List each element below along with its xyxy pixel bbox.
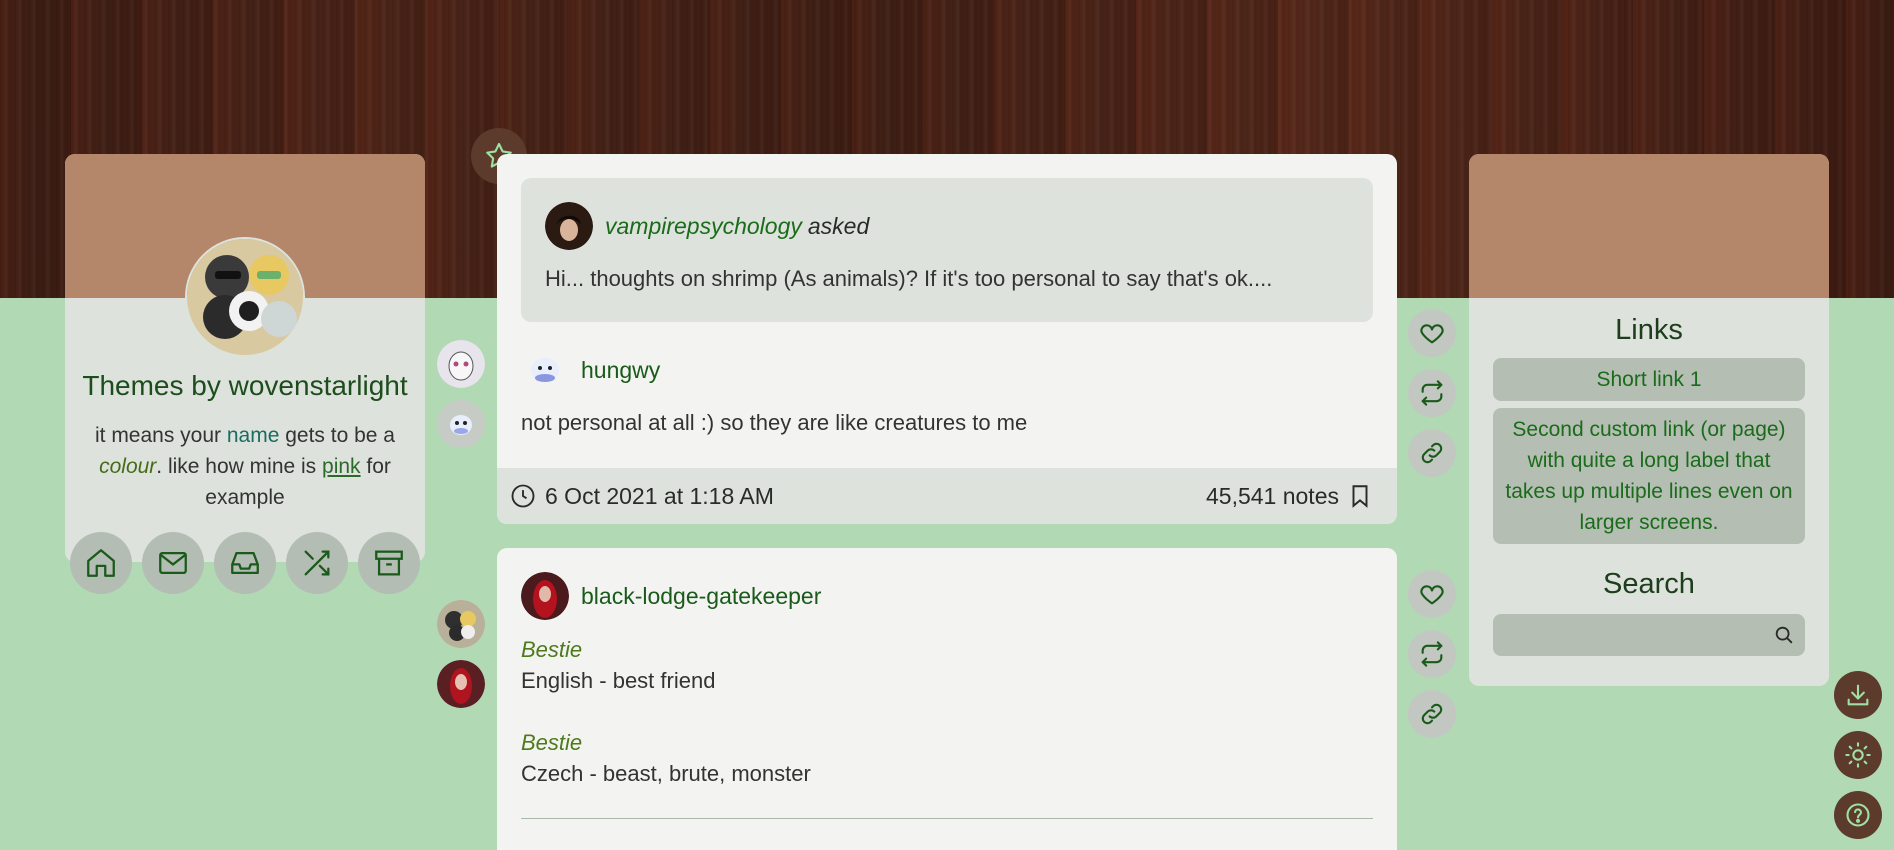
post-date[interactable]: 6 Oct 2021 at 1:18 AM xyxy=(509,482,774,510)
search-icon[interactable] xyxy=(1773,624,1795,646)
notes-count: 45,541 notes xyxy=(1205,482,1339,509)
permalink-button-post1[interactable] xyxy=(1408,429,1456,477)
reblog-button-post1[interactable] xyxy=(1408,369,1456,417)
custom-link-1[interactable]: Short link 1 xyxy=(1493,358,1805,401)
definition-2: Czech - beast, brute, monster xyxy=(521,761,811,786)
link-icon xyxy=(1421,442,1443,464)
sun-icon xyxy=(1845,742,1871,768)
archive-button[interactable] xyxy=(358,532,420,594)
search-input[interactable] xyxy=(1493,614,1763,656)
blog-title: Themes by wovenstarlight xyxy=(82,370,408,401)
download-button[interactable] xyxy=(1834,671,1882,719)
colour-highlight: colour xyxy=(99,455,157,478)
inbox-button[interactable] xyxy=(214,532,276,594)
download-icon xyxy=(1847,684,1869,706)
heart-icon xyxy=(1420,585,1444,605)
home-button[interactable] xyxy=(70,532,132,594)
definition-1: English - best friend xyxy=(521,668,716,693)
heart-icon xyxy=(1420,324,1444,344)
permalink-button-post2[interactable] xyxy=(1408,690,1456,738)
answerer-header: hungwy xyxy=(521,346,660,394)
answer-text: not personal at all :) so they are like … xyxy=(521,410,1028,435)
post-notes[interactable]: 45,541 notes xyxy=(1206,482,1373,510)
reblog-button-post2[interactable] xyxy=(1408,630,1456,678)
name-highlight: name xyxy=(226,424,280,447)
answerer-name[interactable]: hungwy xyxy=(581,357,660,384)
archive-icon xyxy=(375,550,403,576)
date-text: 6 Oct 2021 at 1:18 AM xyxy=(545,482,774,509)
shuffle-button[interactable] xyxy=(286,532,348,594)
bookmark-icon xyxy=(1352,485,1368,508)
blog-avatar[interactable] xyxy=(185,237,305,357)
search-heading: Search xyxy=(1603,568,1695,600)
like-button-post2[interactable] xyxy=(1408,570,1456,618)
post-author-header: black-lodge-gatekeeper xyxy=(521,572,821,620)
blog-description: it means your name gets to be a colour. … xyxy=(94,424,395,509)
pink-link[interactable]: pink xyxy=(322,455,361,478)
post-text: black-lodge-gatekeeper Bestie English - … xyxy=(497,548,1397,850)
like-button-post1[interactable] xyxy=(1408,309,1456,357)
links-heading: Links xyxy=(1615,314,1683,346)
ask-box: vampirepsychology asked Hi... thoughts on… xyxy=(521,178,1373,322)
help-icon xyxy=(1846,803,1870,827)
word-1: Bestie xyxy=(521,637,583,662)
home-icon xyxy=(87,549,115,577)
inbox-icon xyxy=(231,551,259,575)
author-name[interactable]: black-lodge-gatekeeper xyxy=(581,583,821,610)
search-box xyxy=(1493,614,1805,656)
reblog-icon xyxy=(1421,380,1443,406)
shuffle-icon xyxy=(304,550,330,576)
asker-name[interactable]: vampirepsychology xyxy=(605,213,802,239)
custom-link-2[interactable]: Second custom link (or page) with quite … xyxy=(1493,408,1805,544)
mail-icon xyxy=(159,551,187,575)
ask-question: Hi... thoughts on shrimp (As animals)? I… xyxy=(545,266,1273,291)
link-icon xyxy=(1421,703,1443,725)
post-footer: 6 Oct 2021 at 1:18 AM 45,541 notes xyxy=(497,468,1397,524)
blog-nav xyxy=(70,532,420,594)
author-avatar[interactable] xyxy=(521,572,569,620)
asked-label: asked xyxy=(807,212,870,239)
post-body: Bestie English - best friend Bestie Czec… xyxy=(521,634,811,789)
mail-button[interactable] xyxy=(142,532,204,594)
answerer-avatar[interactable] xyxy=(521,346,569,394)
asker-header: vampirepsychology asked xyxy=(545,202,869,250)
links-header-banner xyxy=(1469,154,1829,298)
clock-icon xyxy=(511,484,535,508)
reblog-avatar-3[interactable] xyxy=(437,600,485,648)
reblog-avatar-2[interactable] xyxy=(437,400,485,448)
reblog-icon xyxy=(1421,641,1443,667)
word-2: Bestie xyxy=(521,730,583,755)
reblog-avatar-4[interactable] xyxy=(437,660,485,708)
post-ask: vampirepsychology asked Hi... thoughts on… xyxy=(497,154,1397,524)
post-divider xyxy=(521,818,1373,819)
help-button[interactable] xyxy=(1834,791,1882,839)
theme-toggle-button[interactable] xyxy=(1834,731,1882,779)
asker-avatar[interactable] xyxy=(545,202,593,250)
reblog-avatar-1[interactable] xyxy=(437,340,485,388)
